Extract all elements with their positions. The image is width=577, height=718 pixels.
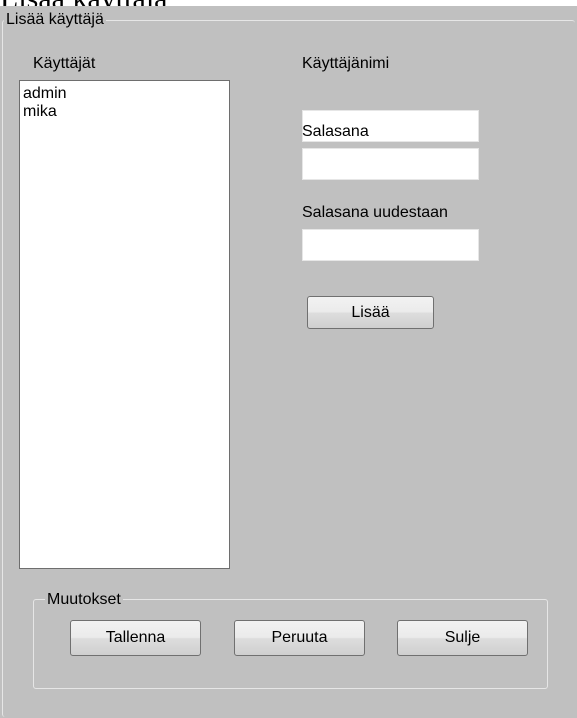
username-label: Käyttäjänimi: [302, 55, 390, 72]
add-user-button[interactable]: Lisää: [307, 296, 434, 329]
list-item[interactable]: admin: [23, 85, 226, 103]
users-label: Käyttäjät: [33, 55, 96, 72]
password-again-label: Salasana uudestaan: [302, 204, 448, 221]
users-listbox[interactable]: admin mika: [19, 80, 230, 569]
list-item[interactable]: mika: [23, 103, 226, 121]
save-button[interactable]: Tallenna: [70, 620, 201, 656]
changes-groupbox-title: Muutokset: [45, 590, 123, 609]
password-again-field[interactable]: [302, 229, 479, 261]
password-label: Salasana: [302, 123, 369, 140]
add-user-groupbox-title: Lisää käyttäjä: [4, 10, 106, 29]
close-button[interactable]: Sulje: [397, 620, 528, 656]
cancel-button[interactable]: Peruuta: [234, 620, 365, 656]
password-field[interactable]: [302, 148, 479, 180]
